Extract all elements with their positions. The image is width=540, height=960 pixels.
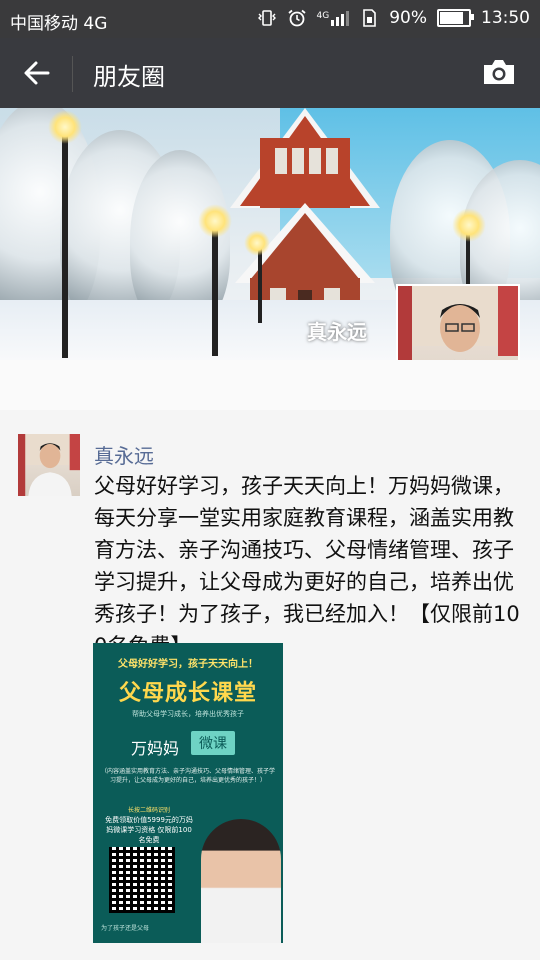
post-text: 父母好好学习，孩子天天向上！万妈妈微课，每天分享一堂实用家庭教育课程，涵盖实用教… bbox=[94, 474, 520, 658]
signal-label: 4G bbox=[316, 10, 330, 21]
clock: 13:50 bbox=[481, 8, 530, 28]
nav-bar: 朋友圈 bbox=[0, 38, 540, 108]
battery-fill bbox=[440, 12, 463, 24]
lamp-light bbox=[198, 204, 232, 238]
street-lamp bbox=[212, 220, 218, 356]
lamp-light bbox=[48, 110, 82, 144]
nav-divider bbox=[72, 56, 73, 92]
battery-icon bbox=[437, 9, 474, 27]
poster-slogan: 父母好好学习，孩子天天向上！ bbox=[118, 659, 258, 670]
alarm-icon bbox=[287, 9, 306, 27]
signal-icon: 4G bbox=[316, 10, 350, 26]
camera-icon[interactable] bbox=[482, 58, 516, 86]
poster-badge: 微课 bbox=[191, 731, 235, 755]
poster-topics: （内容涵盖实用教育方法、亲子沟通技巧、父母情绪管理、孩子学习提升，让父母成为更好… bbox=[100, 768, 275, 784]
cover-house bbox=[230, 108, 380, 318]
lamp-light bbox=[244, 230, 270, 256]
poster-cta-text: 免费领取价值5999元的万妈妈微课学习资格 仅限前100名免费 bbox=[105, 816, 193, 844]
street-lamp bbox=[62, 128, 68, 358]
lamp-light bbox=[452, 208, 486, 242]
poster-brand: 万妈妈 bbox=[131, 739, 180, 758]
carrier-label: 中国移动 4G bbox=[10, 14, 108, 34]
back-arrow-icon[interactable] bbox=[22, 58, 52, 88]
cover-user-name: 真永远 bbox=[307, 320, 367, 344]
vibrate-icon bbox=[257, 10, 276, 26]
status-bar: 中国移动 4G 4G 90% 13:50 bbox=[0, 0, 540, 38]
avatar-portrait bbox=[18, 434, 80, 496]
poster-cta-heading: 长按二维码识别 bbox=[127, 807, 170, 814]
poster-title: 父母成长课堂 bbox=[118, 681, 257, 706]
poster-footer: 为了孩子还是父母 bbox=[101, 925, 150, 932]
battery-percent: 90% bbox=[389, 8, 427, 28]
post-author-name[interactable]: 真永远 bbox=[94, 440, 154, 469]
page-title: 朋友圈 bbox=[93, 63, 165, 91]
poster-tagline: 帮助父母学习成长，培养出优秀孩子 bbox=[132, 710, 244, 718]
sim-icon bbox=[363, 9, 377, 27]
post-image[interactable]: 父母好好学习，孩子天天向上！ 父母成长课堂 帮助父母学习成长，培养出优秀孩子 万… bbox=[93, 643, 283, 943]
qr-code bbox=[109, 847, 175, 913]
poster-presenter-photo bbox=[201, 819, 281, 943]
post-author-avatar[interactable] bbox=[18, 434, 80, 496]
cover-spacer bbox=[0, 360, 540, 410]
